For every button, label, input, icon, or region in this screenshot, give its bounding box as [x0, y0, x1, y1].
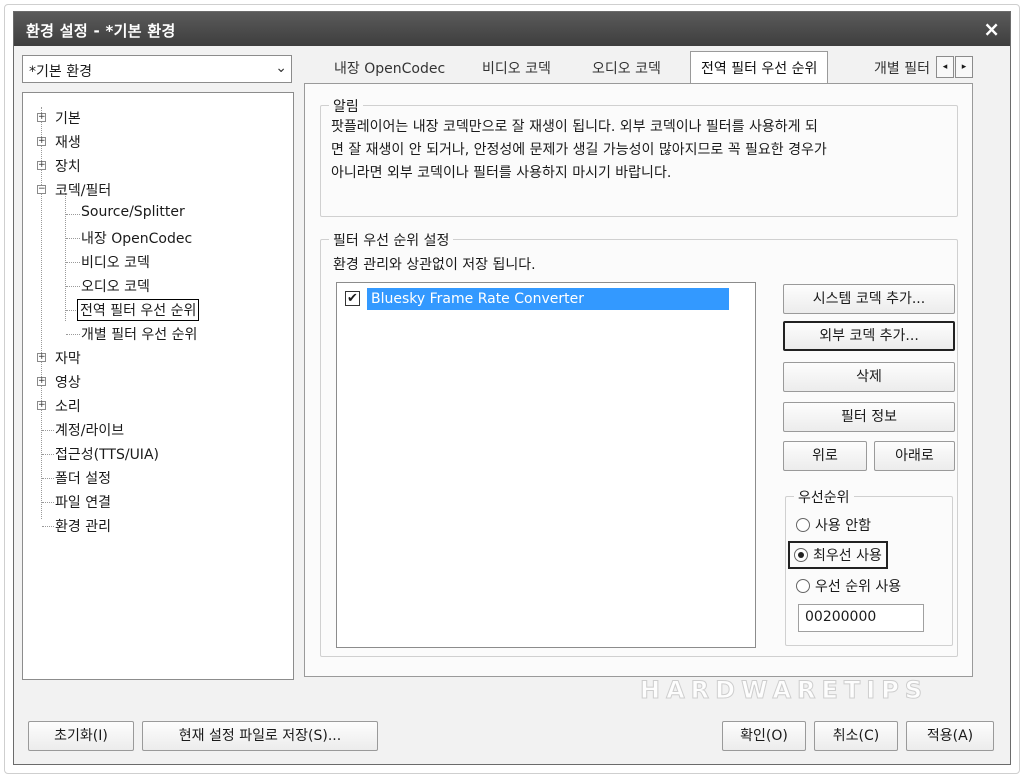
tab-video-codec[interactable]: 비디오 코덱 [482, 52, 551, 82]
list-item[interactable]: ✔ Bluesky Frame Rate Converter [341, 288, 747, 310]
filter-name[interactable]: Bluesky Frame Rate Converter [367, 288, 729, 310]
priority-settings-subtitle: 환경 관리와 상관없이 저장 됩니다. [333, 257, 536, 273]
tree-item-basic[interactable]: 기본 [55, 108, 81, 128]
tree-item-global-filter-priority[interactable]: 전역 필터 우선 순위 [77, 299, 200, 321]
radio-empty-icon[interactable] [796, 579, 810, 593]
tree-item-account-live[interactable]: 계정/라이브 [55, 420, 124, 440]
tree-guide-line [66, 238, 80, 239]
notice-legend: 알림 [329, 96, 363, 116]
tree-item-device[interactable]: 장치 [55, 156, 81, 176]
settings-tree[interactable]: + 기본 + 재생 + 장치 − 코덱/필터 Source/Splitter 내… [22, 92, 294, 680]
tree-item-subtitle[interactable]: 자막 [55, 348, 81, 368]
tree-guide-line [42, 526, 54, 527]
radio-use-priority[interactable]: 우선 순위 사용 [796, 576, 901, 596]
move-down-button[interactable]: 아래로 [874, 441, 955, 471]
expand-icon[interactable]: + [37, 113, 46, 122]
tree-guide-line [65, 193, 66, 321]
radio-label: 사용 안함 [815, 518, 871, 534]
tree-guide-line [66, 334, 80, 335]
tree-item-individual-filter-priority[interactable]: 개별 필터 우선 순위 [81, 324, 197, 344]
profile-select[interactable]: *기본 환경 ⌄ [22, 55, 292, 83]
tree-guide-line [42, 478, 54, 479]
checkbox-checked-icon[interactable]: ✔ [345, 291, 360, 306]
tree-item-playback[interactable]: 재생 [55, 132, 81, 152]
expand-icon[interactable]: + [37, 401, 46, 410]
tree-item-profile-management[interactable]: 환경 관리 [55, 516, 111, 536]
tree-item-builtin-opencodec[interactable]: 내장 OpenCodec [81, 228, 192, 248]
watermark-logo: HARDWARETIPS [639, 676, 929, 705]
add-external-codec-button[interactable]: 외부 코덱 추가... [783, 321, 955, 351]
tab-builtin-opencodec[interactable]: 내장 OpenCodec [334, 52, 445, 82]
cancel-button[interactable]: 취소(C) [814, 721, 898, 751]
tree-item-folder-settings[interactable]: 폴더 설정 [55, 468, 111, 488]
tab-global-filter-priority[interactable]: 전역 필터 우선 순위 [690, 51, 829, 84]
tree-item-accessibility[interactable]: 접근성(TTS/UIA) [55, 444, 159, 464]
window-title: 환경 설정 - *기본 환경 [26, 22, 176, 40]
tree-guide-line [42, 454, 54, 455]
tree-item-video-codec[interactable]: 비디오 코덱 [81, 252, 150, 272]
tree-guide-line [66, 262, 80, 263]
save-to-file-button[interactable]: 현재 설정 파일로 저장(S)... [142, 721, 378, 751]
radio-selected-icon[interactable] [794, 548, 808, 562]
priority-value-input[interactable]: 00200000 [798, 604, 924, 632]
title-bar[interactable]: 환경 설정 - *기본 환경 × [14, 12, 1010, 46]
move-up-button[interactable]: 위로 [783, 441, 867, 471]
profile-select-value: *기본 환경 [29, 64, 92, 80]
notice-line: 팟플레이어는 내장 코덱만으로 잘 재생이 됩니다. 외부 코덱이나 필터를 사… [331, 119, 818, 135]
radio-no-use[interactable]: 사용 안함 [796, 515, 871, 535]
notice-group: 알림 팟플레이어는 내장 코덱만으로 잘 재생이 됩니다. 외부 코덱이나 필터… [320, 96, 958, 217]
tree-guide-line [42, 502, 54, 503]
priority-mode-legend: 우선순위 [794, 487, 854, 507]
close-icon[interactable]: × [983, 17, 1000, 41]
expand-icon[interactable]: + [37, 353, 46, 362]
chevron-down-icon[interactable]: ⌄ [275, 60, 287, 76]
tree-item-sound[interactable]: 소리 [55, 396, 81, 416]
notice-line: 아니라면 외부 코덱이나 필터를 사용하지 마시기 바랍니다. [331, 165, 672, 181]
apply-button[interactable]: 적용(A) [906, 721, 994, 751]
tree-item-audio-codec[interactable]: 오디오 코덱 [81, 276, 150, 296]
tree-item-video[interactable]: 영상 [55, 372, 81, 392]
tree-item-codec-filter[interactable]: 코덱/필터 [55, 180, 111, 200]
tab-individual-filter[interactable]: 개별 필터 [874, 52, 930, 82]
radio-top-priority[interactable]: 최우선 사용 [788, 541, 888, 569]
tree-guide-line [42, 430, 54, 431]
priority-settings-legend: 필터 우선 순위 설정 [329, 230, 454, 250]
notice-line: 면 잘 재생이 안 되거나, 안정성에 문제가 생길 가능성이 많아지므로 꼭 … [331, 142, 827, 158]
tree-item-file-association[interactable]: 파일 연결 [55, 492, 111, 512]
delete-button[interactable]: 삭제 [783, 362, 955, 392]
radio-label: 우선 순위 사용 [815, 579, 902, 595]
radio-empty-icon[interactable] [796, 518, 810, 532]
tree-guide-line [66, 214, 80, 215]
expand-icon[interactable]: + [37, 377, 46, 386]
tab-scroll-right-icon[interactable]: ▸ [955, 56, 973, 78]
filter-info-button[interactable]: 필터 정보 [783, 402, 955, 432]
expand-icon[interactable]: + [37, 161, 46, 170]
tree-guide-line [66, 286, 80, 287]
collapse-icon[interactable]: − [37, 185, 46, 194]
radio-label: 최우선 사용 [813, 548, 882, 564]
filter-list[interactable]: ✔ Bluesky Frame Rate Converter [336, 282, 756, 648]
tab-audio-codec[interactable]: 오디오 코덱 [592, 52, 661, 82]
expand-icon[interactable]: + [37, 137, 46, 146]
tree-guide-line [66, 310, 76, 311]
ok-button[interactable]: 확인(O) [722, 721, 806, 751]
tree-item-source-splitter[interactable]: Source/Splitter [81, 204, 185, 220]
reset-button[interactable]: 초기화(I) [28, 721, 134, 751]
add-system-codec-button[interactable]: 시스템 코덱 추가... [783, 284, 955, 314]
tab-scroll-left-icon[interactable]: ◂ [936, 56, 954, 78]
notice-text: 팟플레이어는 내장 코덱만으로 잘 재생이 됩니다. 외부 코덱이나 필터를 사… [331, 116, 951, 185]
